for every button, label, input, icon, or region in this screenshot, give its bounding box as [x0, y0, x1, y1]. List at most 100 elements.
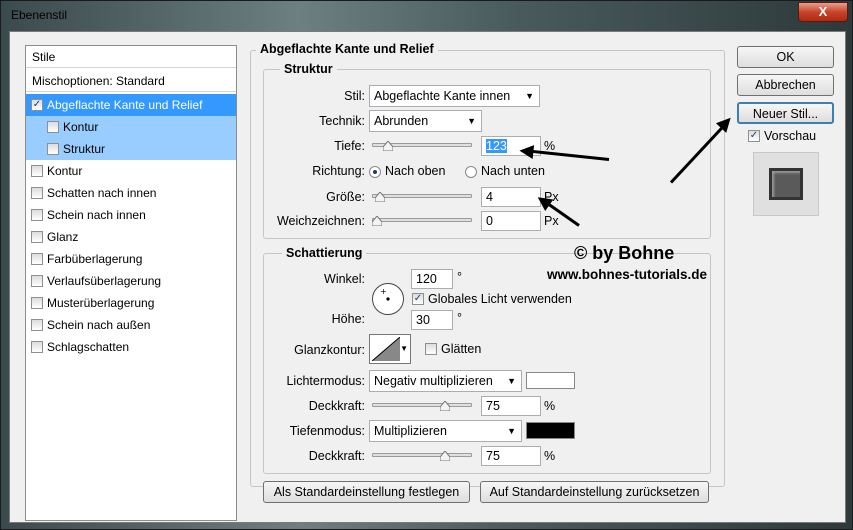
- highlight-color-swatch[interactable]: [526, 372, 575, 389]
- style-item[interactable]: Kontur: [26, 116, 236, 138]
- direction-up-label[interactable]: Nach oben: [385, 164, 445, 178]
- preview-label[interactable]: Vorschau: [764, 129, 816, 143]
- preview-checkbox[interactable]: ✓: [748, 130, 760, 142]
- angle-unit: °: [457, 270, 462, 284]
- watermark-url: www.bohnes-tutorials.de: [547, 267, 708, 282]
- style-item-label: Schlagschatten: [47, 340, 130, 354]
- chevron-down-icon: ▼: [467, 116, 476, 126]
- make-default-button[interactable]: Als Standardeinstellung festlegen: [263, 481, 470, 503]
- highlight-opacity-slider[interactable]: [372, 403, 472, 407]
- style-item[interactable]: Schein nach außen: [26, 314, 236, 336]
- style-item-checkbox[interactable]: [47, 121, 59, 133]
- depth-slider-thumb[interactable]: [382, 141, 393, 151]
- blending-options[interactable]: Mischoptionen: Standard: [26, 70, 236, 92]
- shadow-mode-value: Multiplizieren: [374, 424, 447, 438]
- preview-thumbnail: [753, 152, 819, 216]
- highlight-opacity-label: Deckkraft:: [308, 399, 365, 413]
- styles-header-label: Stile: [32, 50, 56, 64]
- size-slider[interactable]: [372, 194, 472, 198]
- layer-style-dialog: Ebenenstil X Stile Mischoptionen: Standa…: [0, 0, 853, 530]
- reset-default-button[interactable]: Auf Standardeinstellung zurücksetzen: [480, 481, 709, 503]
- angle-dial[interactable]: +: [371, 282, 405, 316]
- style-item-label: Schein nach außen: [47, 318, 151, 332]
- gloss-contour-label: Glanzkontur:: [294, 343, 365, 357]
- style-item[interactable]: Glanz: [26, 226, 236, 248]
- antialias-checkbox[interactable]: [425, 343, 437, 355]
- close-button[interactable]: X: [798, 2, 848, 22]
- style-item-label: Struktur: [63, 142, 106, 156]
- style-select-value: Abgeflachte Kante innen: [374, 89, 511, 103]
- highlight-opacity-slider-thumb[interactable]: [439, 401, 450, 411]
- style-item-checkbox[interactable]: [31, 253, 43, 265]
- style-item-checkbox[interactable]: [31, 231, 43, 243]
- soften-slider-thumb[interactable]: [372, 216, 382, 226]
- size-label: Größe:: [326, 190, 365, 204]
- style-item[interactable]: Schein nach innen: [26, 204, 236, 226]
- soften-unit: Px: [544, 214, 559, 228]
- antialias-label[interactable]: Glätten: [441, 342, 481, 356]
- style-item-label: Kontur: [47, 164, 83, 178]
- style-item-label: Glanz: [47, 230, 79, 244]
- preview-swatch: [769, 168, 803, 200]
- style-item-checkbox[interactable]: [31, 165, 43, 177]
- style-select[interactable]: Abgeflachte Kante innen ▼: [369, 85, 540, 107]
- size-slider-thumb[interactable]: [374, 192, 385, 202]
- new-style-button[interactable]: Neuer Stil...: [737, 102, 834, 124]
- style-item-checkbox[interactable]: ✓: [31, 99, 43, 111]
- styles-list: Stile Mischoptionen: Standard ✓ Abgeflach…: [25, 45, 237, 521]
- shadow-opacity-input[interactable]: 75: [481, 446, 541, 466]
- cancel-button[interactable]: Abbrechen: [737, 74, 834, 96]
- style-item-checkbox[interactable]: [31, 275, 43, 287]
- direction-up-radio[interactable]: [369, 166, 381, 178]
- soften-slider[interactable]: [372, 218, 472, 222]
- highlight-opacity-input[interactable]: 75: [481, 396, 541, 416]
- style-item[interactable]: Kontur: [26, 160, 236, 182]
- altitude-unit: °: [457, 311, 462, 325]
- highlight-mode-select[interactable]: Negativ multiplizieren ▼: [369, 370, 522, 392]
- shadow-mode-label: Tiefenmodus:: [289, 424, 365, 438]
- structure-title: Struktur: [280, 62, 337, 76]
- style-item-checkbox[interactable]: [31, 209, 43, 221]
- style-item[interactable]: Struktur: [26, 138, 236, 160]
- dialog-body: Stile Mischoptionen: Standard ✓ Abgeflach…: [9, 31, 846, 523]
- style-item[interactable]: ✓ Abgeflachte Kante und Relief: [26, 94, 236, 116]
- style-item[interactable]: Schatten nach innen: [26, 182, 236, 204]
- watermark-title: © by Bohne: [574, 243, 675, 263]
- style-item[interactable]: Verlaufsüberlagerung: [26, 270, 236, 292]
- altitude-input[interactable]: 30: [411, 310, 453, 330]
- style-label: Stil:: [344, 89, 365, 103]
- technique-select[interactable]: Abrunden ▼: [369, 110, 482, 132]
- style-item[interactable]: Farbüberlagerung: [26, 248, 236, 270]
- style-item-label: Verlaufsüberlagerung: [47, 274, 162, 288]
- style-item-checkbox[interactable]: [47, 143, 59, 155]
- shadow-opacity-slider-thumb[interactable]: [439, 451, 450, 461]
- ok-button[interactable]: OK: [737, 46, 834, 68]
- angle-label: Winkel:: [324, 272, 365, 286]
- direction-down-radio[interactable]: [465, 166, 477, 178]
- global-light-label[interactable]: Globales Licht verwenden: [428, 292, 572, 306]
- shadow-opacity-label: Deckkraft:: [308, 449, 365, 463]
- technique-select-value: Abrunden: [374, 114, 429, 128]
- chevron-down-icon: ▼: [525, 91, 534, 101]
- gloss-contour-picker[interactable]: ▼: [369, 334, 411, 364]
- global-light-checkbox[interactable]: ✓: [412, 293, 424, 305]
- soften-input[interactable]: 0: [481, 211, 541, 231]
- style-item-checkbox[interactable]: [31, 297, 43, 309]
- style-item-checkbox[interactable]: [31, 341, 43, 353]
- size-input[interactable]: 4: [481, 187, 541, 207]
- style-item-label: Farbüberlagerung: [47, 252, 143, 266]
- styles-header[interactable]: Stile: [26, 46, 236, 68]
- shadow-mode-select[interactable]: Multiplizieren ▼: [369, 420, 522, 442]
- style-item-checkbox[interactable]: [31, 319, 43, 331]
- style-item[interactable]: Musterüberlagerung: [26, 292, 236, 314]
- shadow-color-swatch[interactable]: [526, 422, 575, 439]
- highlight-opacity-unit: %: [544, 399, 556, 413]
- contour-icon: [372, 337, 400, 361]
- depth-label: Tiefe:: [334, 139, 365, 153]
- shadow-opacity-slider[interactable]: [372, 453, 472, 457]
- highlight-mode-label: Lichtermodus:: [286, 374, 365, 388]
- angle-input[interactable]: 120: [411, 269, 453, 289]
- style-item[interactable]: Schlagschatten: [26, 336, 236, 358]
- direction-down-label[interactable]: Nach unten: [481, 164, 545, 178]
- style-item-checkbox[interactable]: [31, 187, 43, 199]
